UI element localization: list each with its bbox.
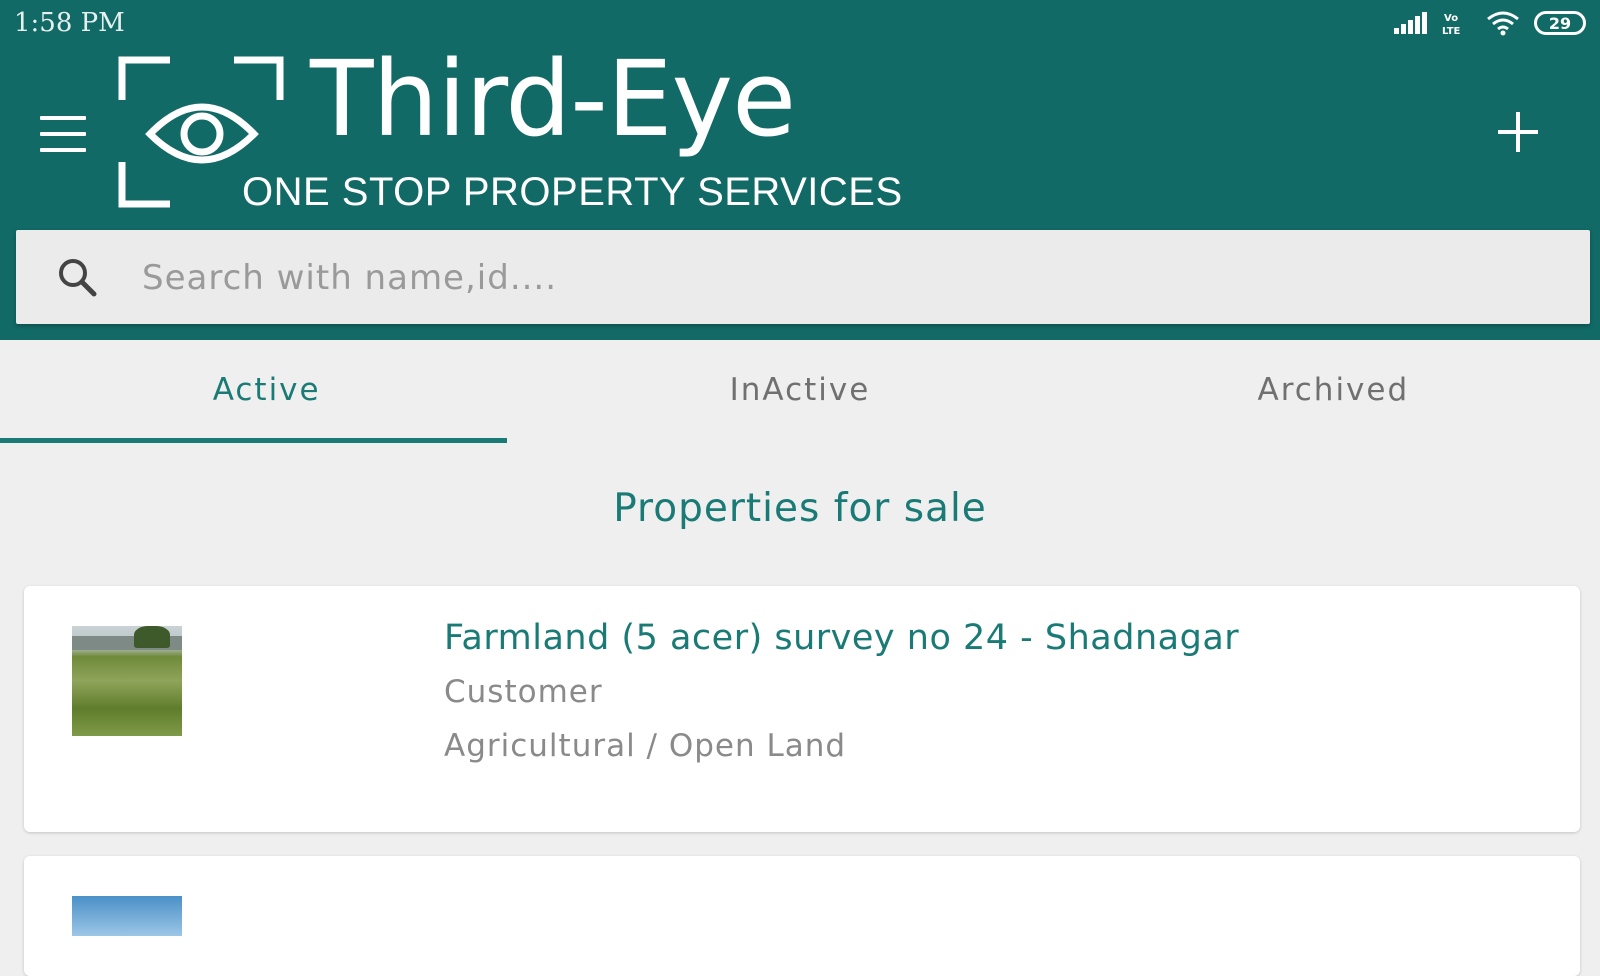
battery-icon: 29 <box>1534 11 1586 35</box>
wifi-icon <box>1487 11 1519 36</box>
brand-logo: Third-Eye ONE STOP PROPERTY SERVICES <box>118 42 902 216</box>
property-title: Farmland (5 acer) survey no 24 - Shadnag… <box>444 618 1240 658</box>
menu-button[interactable] <box>40 116 86 152</box>
search-icon <box>59 259 97 297</box>
property-card[interactable] <box>24 856 1580 976</box>
signal-icon <box>1394 12 1427 34</box>
active-tab-indicator <box>0 438 507 443</box>
svg-text:LTE: LTE <box>1442 26 1461 36</box>
tab-inactive[interactable]: InActive <box>533 344 1066 454</box>
svg-text:Vo: Vo <box>1444 13 1458 24</box>
property-thumbnail <box>72 626 182 736</box>
property-thumbnail <box>72 896 182 936</box>
section-title: Properties for sale <box>613 486 987 531</box>
brand-tagline: ONE STOP PROPERTY SERVICES <box>242 170 903 214</box>
tab-archived[interactable]: Archived <box>1067 344 1600 454</box>
search-bar <box>16 230 1590 324</box>
property-owner: Customer <box>444 674 603 710</box>
volte-icon: Vo LTE <box>1442 13 1461 36</box>
app-bar: 1:58 PM Vo LTE 29 Third-Eye ONE STOP PRO… <box>0 0 1600 340</box>
status-time: 1:58 PM <box>14 8 125 38</box>
search-input[interactable] <box>140 248 1544 308</box>
hamburger-menu-icon <box>40 116 86 120</box>
add-property-button[interactable] <box>1496 110 1540 154</box>
status-icons: Vo LTE 29 <box>1394 10 1586 36</box>
brand-name: Third-Eye <box>310 38 796 160</box>
property-type: Agricultural / Open Land <box>444 728 847 764</box>
property-card[interactable]: Farmland (5 acer) survey no 24 - Shadnag… <box>24 586 1580 832</box>
